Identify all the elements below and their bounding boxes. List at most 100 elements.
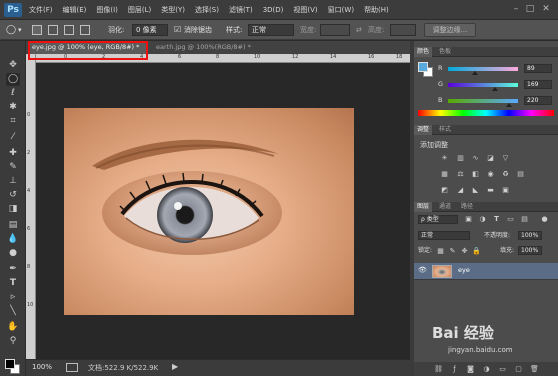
vibrance-icon[interactable]: ▽ bbox=[501, 154, 510, 162]
tab-layers[interactable]: 图层 bbox=[414, 202, 433, 212]
clone-stamp-tool-icon[interactable]: ⊥ bbox=[6, 175, 20, 188]
minimize-icon[interactable]: – bbox=[510, 3, 522, 15]
subtract-selection-icon[interactable] bbox=[64, 25, 74, 35]
menu-file[interactable]: 文件(F) bbox=[24, 0, 58, 20]
layer-row-eye[interactable]: 👁 eye bbox=[414, 263, 558, 280]
blur-tool-icon[interactable]: 💧 bbox=[6, 233, 20, 246]
blend-mode-select[interactable]: 正常 bbox=[418, 231, 470, 240]
tab-color[interactable]: 颜色 bbox=[414, 47, 433, 57]
layer-kind-filter[interactable]: ρ 类型 bbox=[418, 215, 458, 224]
vertical-ruler[interactable]: 0 2 4 6 8 10 bbox=[26, 54, 36, 359]
smart-object-filter-icon[interactable]: ▤ bbox=[520, 215, 529, 223]
height-input[interactable] bbox=[390, 24, 416, 36]
zoom-tool-icon[interactable]: ⚲ bbox=[6, 335, 20, 348]
photo-filter-icon[interactable]: ◉ bbox=[486, 170, 495, 178]
checkbox-icon[interactable]: ☑ bbox=[174, 24, 181, 36]
delete-layer-icon[interactable]: 🗑 bbox=[530, 365, 539, 373]
eye-photo[interactable] bbox=[64, 108, 354, 315]
red-knob[interactable] bbox=[472, 71, 478, 75]
invert-icon[interactable]: ◩ bbox=[440, 186, 449, 194]
move-tool-icon[interactable]: ✥ bbox=[6, 59, 20, 72]
green-knob[interactable] bbox=[492, 87, 498, 91]
selective-color-icon[interactable]: ▣ bbox=[501, 186, 510, 194]
red-value[interactable]: 89 bbox=[524, 64, 552, 73]
marquee-tool-icon[interactable]: ◯ bbox=[6, 73, 20, 86]
menu-layer[interactable]: 图层(L) bbox=[123, 0, 156, 20]
brightness-icon[interactable]: ☀ bbox=[440, 154, 449, 162]
refine-edge-button[interactable]: 调整边缘... bbox=[424, 23, 476, 37]
layer-mask-icon[interactable]: ◙ bbox=[466, 365, 475, 373]
swap-icon[interactable]: ⇄ bbox=[356, 24, 362, 36]
menu-view[interactable]: 视图(V) bbox=[288, 0, 322, 20]
filter-toggle-icon[interactable]: ● bbox=[540, 215, 549, 223]
levels-icon[interactable]: ▥ bbox=[456, 154, 465, 162]
menu-3d[interactable]: 3D(D) bbox=[258, 0, 289, 20]
shape-filter-icon[interactable]: ▭ bbox=[506, 215, 515, 223]
menu-select[interactable]: 选择(S) bbox=[190, 0, 224, 20]
lock-all-icon[interactable]: 🔒 bbox=[472, 247, 481, 255]
layer-name[interactable]: eye bbox=[458, 266, 470, 274]
intersect-selection-icon[interactable] bbox=[80, 25, 90, 35]
blue-value[interactable]: 220 bbox=[524, 96, 552, 105]
lock-position-icon[interactable]: ✥ bbox=[460, 247, 469, 255]
dodge-tool-icon[interactable]: ● bbox=[6, 247, 20, 260]
black-white-icon[interactable]: ◧ bbox=[471, 170, 480, 178]
path-selection-tool-icon[interactable]: ▹ bbox=[6, 291, 20, 304]
pixel-filter-icon[interactable]: ▣ bbox=[464, 215, 473, 223]
link-layers-icon[interactable]: ⛓ bbox=[434, 365, 443, 373]
adjustment-filter-icon[interactable]: ◑ bbox=[478, 215, 487, 223]
menu-help[interactable]: 帮助(H) bbox=[359, 0, 394, 20]
new-selection-icon[interactable] bbox=[32, 25, 42, 35]
type-filter-icon[interactable]: T bbox=[492, 215, 501, 223]
menu-window[interactable]: 窗口(W) bbox=[323, 0, 359, 20]
blue-knob[interactable] bbox=[506, 103, 512, 107]
close-icon[interactable]: ✕ bbox=[540, 3, 552, 15]
menu-filter[interactable]: 滤镜(T) bbox=[224, 0, 258, 20]
menu-image[interactable]: 图像(I) bbox=[91, 0, 123, 20]
eraser-tool-icon[interactable]: ◨ bbox=[6, 203, 20, 216]
tab-paths[interactable]: 路径 bbox=[458, 202, 476, 212]
lock-image-icon[interactable]: ✎ bbox=[448, 247, 457, 255]
channel-mixer-icon[interactable]: ♻ bbox=[501, 170, 510, 178]
width-input[interactable] bbox=[320, 24, 350, 36]
pen-tool-icon[interactable]: ✒ bbox=[6, 263, 20, 276]
maximize-icon[interactable]: □ bbox=[524, 3, 536, 15]
tab-earth[interactable]: earth.jpg @ 100%(RGB/8#) * bbox=[152, 41, 272, 54]
new-adjustment-icon[interactable]: ◑ bbox=[482, 365, 491, 373]
status-menu-arrow-icon[interactable]: ▶ bbox=[172, 362, 178, 371]
foreground-color-swatch[interactable] bbox=[5, 359, 15, 369]
shape-tool-icon[interactable]: ╲ bbox=[6, 305, 20, 318]
healing-brush-tool-icon[interactable]: ✚ bbox=[6, 147, 20, 160]
threshold-icon[interactable]: ◣ bbox=[471, 186, 480, 194]
posterize-icon[interactable]: ◢ bbox=[456, 186, 465, 194]
green-slider[interactable]: G 169 bbox=[438, 80, 556, 91]
style-select[interactable]: 正常 bbox=[248, 24, 294, 36]
new-layer-icon[interactable]: ▢ bbox=[514, 365, 523, 373]
add-selection-icon[interactable] bbox=[48, 25, 58, 35]
chevron-down-icon[interactable]: ▾ bbox=[18, 24, 22, 36]
menu-type[interactable]: 类型(Y) bbox=[156, 0, 190, 20]
ellipse-marquee-icon[interactable]: ◯ bbox=[6, 24, 16, 36]
curves-icon[interactable]: ∿ bbox=[471, 154, 480, 162]
history-brush-tool-icon[interactable]: ↺ bbox=[6, 189, 20, 202]
magic-wand-tool-icon[interactable]: ✱ bbox=[6, 101, 20, 114]
zoom-level[interactable]: 100% bbox=[32, 363, 52, 371]
eyedropper-tool-icon[interactable]: ⁄ bbox=[6, 131, 20, 144]
feather-input[interactable]: 0 像素 bbox=[132, 24, 168, 36]
lock-transparency-icon[interactable]: ▦ bbox=[436, 247, 445, 255]
opacity-input[interactable]: 100% bbox=[518, 231, 542, 240]
color-balance-icon[interactable]: ⚖ bbox=[456, 170, 465, 178]
tab-channels[interactable]: 通道 bbox=[436, 202, 454, 212]
menu-edit[interactable]: 编辑(E) bbox=[58, 0, 92, 20]
new-group-icon[interactable]: ▭ bbox=[498, 365, 507, 373]
tab-adjustments[interactable]: 调整 bbox=[414, 125, 433, 135]
layer-style-icon[interactable]: ƒ bbox=[450, 365, 459, 373]
gradient-map-icon[interactable]: ▬ bbox=[486, 186, 495, 194]
tab-swatches[interactable]: 色板 bbox=[436, 47, 454, 57]
color-lookup-icon[interactable]: ▤ bbox=[516, 170, 525, 178]
green-value[interactable]: 169 bbox=[524, 80, 552, 89]
exposure-icon[interactable]: ◪ bbox=[486, 154, 495, 162]
brush-tool-icon[interactable]: ✎ bbox=[6, 161, 20, 174]
tab-styles[interactable]: 样式 bbox=[436, 125, 454, 135]
visibility-eye-icon[interactable]: 👁 bbox=[418, 266, 427, 274]
